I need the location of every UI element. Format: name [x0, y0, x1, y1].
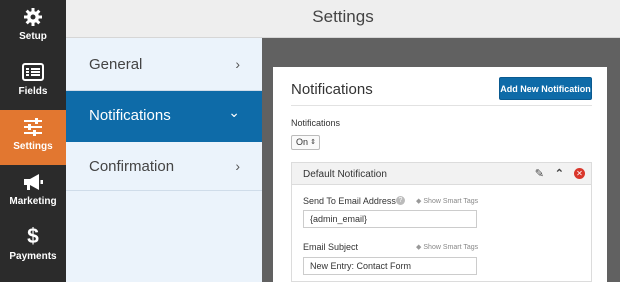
rail-item-label: Payments — [9, 251, 57, 262]
rail-item-setup[interactable]: Setup — [0, 0, 66, 55]
rail-item-label: Fields — [18, 86, 48, 97]
chevron-up-icon[interactable]: ⌃ — [555, 167, 564, 180]
section-label: Confirmation — [89, 158, 175, 175]
send-to-email-input[interactable]: {admin_email} — [303, 210, 477, 228]
rail-item-fields[interactable]: Fields — [0, 55, 66, 110]
left-rail: Setup Fields Settings Marketing $ Paymen… — [0, 0, 66, 282]
section-label: Notifications — [89, 107, 171, 124]
gear-icon — [0, 6, 66, 28]
show-smart-tags-link[interactable]: ◆ Show Smart Tags — [416, 197, 478, 205]
notifications-toggle-label: Notifications — [291, 118, 341, 128]
email-subject-label: Email Subject — [303, 242, 359, 252]
fields-list-icon — [0, 61, 66, 83]
rail-item-payments[interactable]: $ Payments — [0, 220, 66, 275]
settings-section-nav: General › Notifications ⌄ Confirmation › — [66, 38, 262, 282]
chevron-right-icon: › — [235, 158, 240, 174]
notification-block: Default Notification ✎ ⌃ ✕ Send To Email… — [291, 162, 592, 282]
section-confirmation[interactable]: Confirmation › — [66, 142, 262, 193]
rail-item-label: Settings — [13, 141, 53, 152]
dollar-icon: $ — [27, 225, 39, 248]
page-title: Settings — [312, 7, 374, 26]
chevron-down-icon: ⌄ — [228, 104, 240, 120]
section-notifications[interactable]: Notifications ⌄ — [66, 91, 262, 142]
notification-block-title: Default Notification — [303, 169, 387, 180]
send-to-label: Send To Email Address — [303, 196, 396, 206]
select-arrows-icon: ⇕ — [310, 139, 316, 146]
notification-block-header[interactable]: Default Notification ✎ ⌃ ✕ — [292, 163, 591, 185]
megaphone-icon — [0, 171, 66, 193]
add-new-notification-button[interactable]: Add New Notification — [499, 77, 592, 100]
section-label: General — [89, 56, 143, 73]
panel-title: Notifications — [291, 81, 373, 98]
tag-icon: ◆ — [416, 244, 422, 251]
help-icon[interactable]: ? — [396, 196, 405, 205]
divider — [291, 105, 592, 106]
email-subject-input[interactable]: New Entry: Contact Form — [303, 257, 477, 275]
chevron-right-icon: › — [235, 56, 240, 72]
pencil-icon[interactable]: ✎ — [535, 167, 544, 180]
rail-item-settings[interactable]: Settings — [0, 110, 66, 165]
show-smart-tags-link[interactable]: ◆ Show Smart Tags — [416, 243, 478, 251]
smart-tags-label: Show Smart Tags — [423, 244, 479, 251]
page-header: Settings — [66, 0, 620, 38]
tag-icon: ◆ — [416, 198, 422, 205]
notifications-panel: Notifications Add New Notification Notif… — [273, 67, 607, 282]
rail-item-label: Marketing — [9, 196, 57, 207]
section-general[interactable]: General › — [66, 40, 262, 91]
divider — [66, 190, 262, 191]
rail-item-label: Setup — [19, 31, 47, 42]
sliders-icon — [0, 116, 66, 138]
notifications-select[interactable]: On ⇕ — [291, 135, 320, 150]
smart-tags-label: Show Smart Tags — [423, 198, 479, 205]
delete-icon[interactable]: ✕ — [574, 168, 585, 179]
rail-item-marketing[interactable]: Marketing — [0, 165, 66, 220]
notifications-select-value: On — [296, 137, 309, 147]
